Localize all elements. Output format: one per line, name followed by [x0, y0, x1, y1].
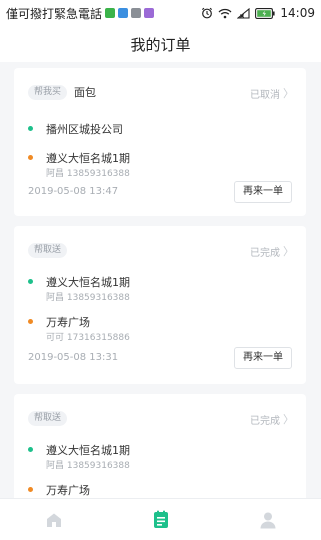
order-card-header: 帮我买 面包 已取消 〉: [14, 68, 306, 102]
tab-orders[interactable]: [131, 500, 191, 540]
orders-icon: [153, 510, 168, 528]
reorder-button[interactable]: 再来一单: [234, 347, 292, 369]
order-time: 2019-05-08 13:31: [28, 352, 119, 363]
status-left: 僅可撥打緊急電話: [6, 5, 155, 22]
status-right: 14:09: [201, 6, 315, 20]
order-card-header: 帮取送 已完成 〉: [14, 226, 306, 260]
order-time: 2019-05-08 13:47: [28, 186, 119, 197]
order-status: 已完成: [250, 416, 280, 427]
notification-location-icon: [118, 8, 129, 18]
address-name: 遵义大恒名城1期: [46, 152, 130, 165]
tab-home[interactable]: [24, 500, 84, 540]
tab-profile[interactable]: [238, 500, 298, 540]
delivery-address: 万寿广场 可可 17316315886: [28, 314, 298, 344]
order-goods: 面包: [74, 86, 96, 99]
delivery-address: 遵义大恒名城1期 阿昌 13859316388: [28, 150, 298, 180]
reorder-button[interactable]: 再来一单: [234, 181, 292, 203]
delivery-dot-icon: [28, 487, 33, 492]
address-contact: 阿昌 13859316388: [46, 461, 130, 471]
clock-time: 14:09: [280, 6, 315, 20]
address-name: 遵义大恒名城1期: [46, 276, 130, 289]
delivery-dot-icon: [28, 319, 33, 324]
order-card-header: 帮取送 已完成 〉: [14, 394, 306, 428]
address-name: 万寿广场: [46, 484, 90, 497]
address-name: 万寿广场: [46, 316, 90, 329]
pickup-address: 遵义大恒名城1期 阿昌 13859316388: [28, 274, 298, 304]
address-contact: 阿昌 13859316388: [46, 293, 130, 303]
profile-icon: [260, 512, 275, 528]
home-icon: [46, 513, 61, 527]
address-contact: 阿昌 13859316388: [46, 169, 130, 179]
order-type-tag: 帮取送: [28, 243, 68, 258]
signal-icon: [237, 7, 250, 19]
order-status: 已完成: [250, 248, 280, 259]
address-name: 播州区城投公司: [46, 123, 123, 136]
pickup-dot-icon: [28, 447, 33, 452]
order-type-tag: 帮我买: [28, 85, 68, 100]
chevron-right-icon: 〉: [283, 245, 294, 258]
notification-gallery-icon: [131, 8, 142, 18]
page-title: 我的订单: [130, 35, 191, 54]
pickup-dot-icon: [28, 126, 33, 131]
pickup-address: 播州区城投公司: [28, 121, 298, 139]
delivery-dot-icon: [28, 155, 33, 160]
carrier-text: 僅可撥打緊急電話: [6, 6, 103, 21]
order-card[interactable]: 帮我买 面包 已取消 〉 播州区城投公司 遵义大恒名城1期 阿昌 1385931…: [14, 68, 306, 216]
battery-icon: [255, 7, 276, 19]
chevron-right-icon: 〉: [283, 413, 294, 426]
notification-app-icon: [105, 8, 116, 18]
bottom-tab-bar: [0, 498, 321, 540]
nav-header: 我的订单: [0, 26, 321, 62]
order-card[interactable]: 帮取送 已完成 〉 遵义大恒名城1期 阿昌 13859316388 万寿广场 可…: [14, 226, 306, 384]
notification-message-icon: [144, 8, 155, 18]
address-name: 遵义大恒名城1期: [46, 444, 130, 457]
alarm-icon: [202, 7, 213, 19]
order-card[interactable]: 帮取送 已完成 〉 遵义大恒名城1期 阿昌 13859316388 万寿广场: [14, 394, 306, 498]
chevron-right-icon: 〉: [283, 87, 294, 100]
address-contact: 可可 17316315886: [46, 333, 130, 343]
delivery-address: 万寿广场: [28, 482, 298, 498]
order-type-tag: 帮取送: [28, 411, 68, 426]
order-status: 已取消: [250, 90, 280, 101]
pickup-address: 遵义大恒名城1期 阿昌 13859316388: [28, 442, 298, 472]
wifi-icon: [218, 8, 232, 18]
pickup-dot-icon: [28, 279, 33, 284]
order-list[interactable]: 帮我买 面包 已取消 〉 播州区城投公司 遵义大恒名城1期 阿昌 1385931…: [0, 62, 321, 498]
status-bar: 僅可撥打緊急電話 14:09: [0, 0, 321, 26]
